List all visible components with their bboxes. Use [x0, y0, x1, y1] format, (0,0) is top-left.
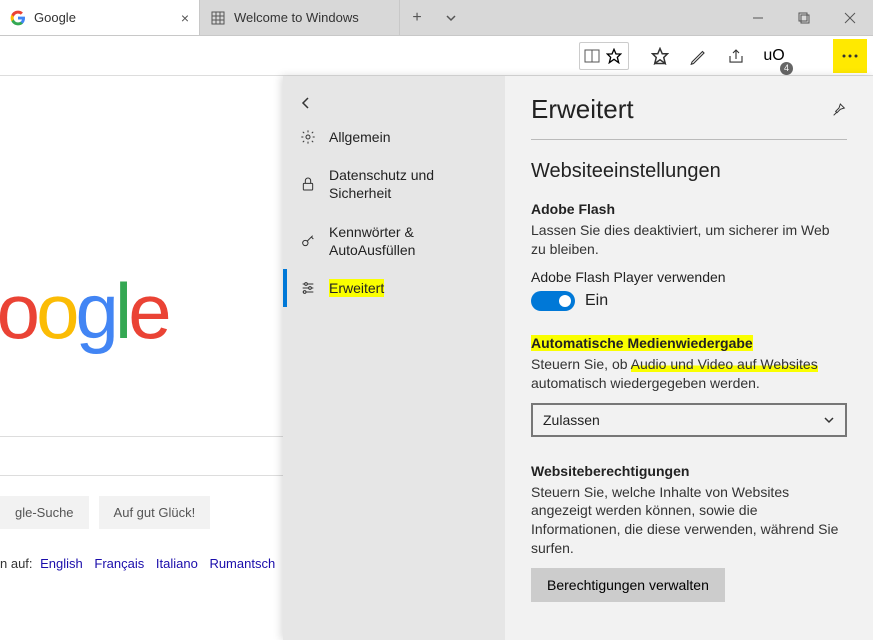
extension-badge: 4	[780, 62, 793, 75]
favorite-star-icon[interactable]	[606, 48, 622, 64]
gear-icon	[299, 129, 317, 145]
nav-general[interactable]: Allgemein	[283, 118, 505, 156]
grid-icon	[210, 10, 226, 26]
nav-label: Allgemein	[329, 128, 390, 146]
lang-link[interactable]: Italiano	[156, 556, 198, 571]
more-menu-icon[interactable]	[833, 39, 867, 73]
minimize-icon[interactable]	[735, 0, 781, 35]
lang-prefix: n auf:	[0, 556, 36, 571]
tab-title: Google	[34, 10, 76, 25]
sliders-icon	[299, 280, 317, 296]
lang-link[interactable]: Rumantsch	[209, 556, 275, 571]
tab-welcome[interactable]: Welcome to Windows	[200, 0, 400, 35]
select-value: Zulassen	[543, 412, 600, 428]
pin-icon[interactable]	[831, 102, 847, 118]
new-tab-button[interactable]: +	[400, 0, 434, 35]
chevron-down-icon	[823, 414, 835, 426]
lastpass-extension-icon[interactable]	[795, 39, 829, 73]
flash-desc: Lassen Sie dies deaktiviert, um sicherer…	[531, 221, 847, 259]
nav-label: Erweitert	[329, 279, 384, 297]
lang-link[interactable]: English	[40, 556, 83, 571]
maximize-icon[interactable]	[781, 0, 827, 35]
tab-bar: Google × Welcome to Windows +	[0, 0, 873, 36]
media-autoplay-select[interactable]: Zulassen	[531, 403, 847, 437]
tab-title: Welcome to Windows	[234, 10, 359, 25]
nav-passwords[interactable]: Kennwörter & AutoAusfüllen	[283, 213, 505, 269]
lock-icon	[299, 176, 317, 192]
panel-title: Erweitert	[531, 94, 634, 125]
media-desc: Steuern Sie, ob Audio und Video auf Webs…	[531, 355, 847, 393]
tab-google[interactable]: Google ×	[0, 0, 200, 35]
tab-chevron-icon[interactable]	[434, 0, 468, 35]
media-title: Automatische Medienwiedergabe	[531, 335, 847, 351]
google-search-button[interactable]: gle-Suche	[0, 496, 89, 529]
flash-title: Adobe Flash	[531, 201, 847, 217]
perm-desc: Steuern Sie, welche Inhalte von Websites…	[531, 483, 847, 559]
back-icon[interactable]	[283, 88, 505, 118]
settings-flyout: Allgemein Datenschutz und Sicherheit Ken…	[283, 76, 873, 640]
nav-advanced[interactable]: Erweitert	[283, 269, 505, 307]
separator	[531, 139, 847, 140]
settings-content: Erweitert Websiteeinstellungen Adobe Fla…	[505, 76, 873, 640]
key-icon	[299, 233, 317, 249]
address-controls	[579, 42, 629, 70]
google-favicon	[10, 10, 26, 26]
share-icon[interactable]	[719, 39, 753, 73]
flash-toggle[interactable]	[531, 291, 575, 311]
close-window-icon[interactable]	[827, 0, 873, 35]
nav-label: Datenschutz und Sicherheit	[329, 166, 489, 202]
window-controls	[735, 0, 873, 35]
google-language-row: n auf: English Français Italiano Rumants…	[0, 556, 279, 571]
section-title: Websiteeinstellungen	[531, 160, 847, 183]
nav-label: Kennwörter & AutoAusfüllen	[329, 223, 489, 259]
manage-permissions-button[interactable]: Berechtigungen verwalten	[531, 568, 725, 602]
google-logo: Google	[0, 266, 168, 357]
ublock-extension-icon[interactable]: uO 4	[757, 39, 791, 73]
notes-icon[interactable]	[681, 39, 715, 73]
toolbar: uO 4	[0, 36, 873, 76]
settings-nav: Allgemein Datenschutz und Sicherheit Ken…	[283, 76, 505, 640]
lang-link[interactable]: Français	[94, 556, 144, 571]
close-icon[interactable]: ×	[181, 10, 189, 26]
reading-view-icon[interactable]	[584, 49, 600, 63]
flash-toggle-label: Adobe Flash Player verwenden	[531, 269, 847, 285]
flash-toggle-state: Ein	[585, 292, 608, 310]
perm-title: Websiteberechtigungen	[531, 463, 847, 479]
google-search-input[interactable]	[0, 436, 283, 476]
favorites-icon[interactable]	[643, 39, 677, 73]
google-lucky-button[interactable]: Auf gut Glück!	[99, 496, 211, 529]
nav-privacy[interactable]: Datenschutz und Sicherheit	[283, 156, 505, 212]
